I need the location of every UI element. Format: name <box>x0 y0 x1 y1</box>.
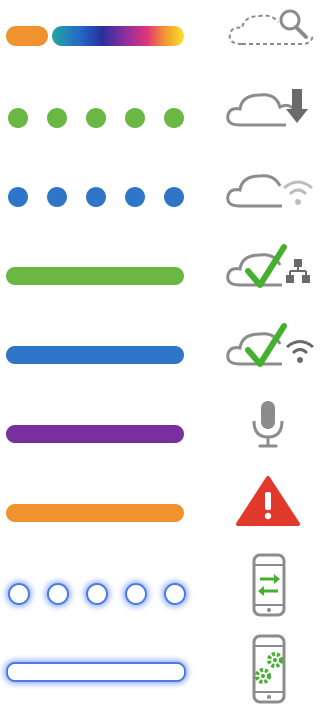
legend-row <box>0 158 322 237</box>
cloud-search-icon <box>218 0 318 79</box>
warning-icon <box>218 474 318 553</box>
blue-dot <box>47 187 67 207</box>
microphone-icon <box>218 395 318 474</box>
cloud-wifi-icon <box>218 158 318 237</box>
legend-row <box>0 632 322 711</box>
green-bar <box>6 267 184 285</box>
orange-bar <box>6 504 184 522</box>
cloud-check-wifi-icon <box>218 316 318 395</box>
indicator-orange-bar <box>6 474 186 553</box>
green-dot <box>125 108 145 128</box>
cloud-check-network-icon <box>218 237 318 316</box>
legend-row <box>0 237 322 316</box>
phone-settings-icon <box>218 632 318 711</box>
blue-dot <box>164 187 184 207</box>
glowing-outline-bar <box>6 662 186 682</box>
cloud-download-icon <box>218 79 318 158</box>
green-dot <box>47 108 67 128</box>
indicator-green-bar <box>6 237 186 316</box>
green-dot <box>86 108 106 128</box>
blue-dot <box>8 187 28 207</box>
legend-row <box>0 474 322 553</box>
indicator-blue-bar <box>6 316 186 395</box>
legend-row <box>0 395 322 474</box>
indicator-orange-pill-and-rainbow-bar <box>6 0 186 79</box>
orange-pill <box>6 26 48 46</box>
purple-bar <box>6 425 184 443</box>
indicator-purple-bar <box>6 395 186 474</box>
blue-dot <box>125 187 145 207</box>
legend-row <box>0 79 322 158</box>
rainbow-bar <box>52 26 184 46</box>
led-status-legend <box>0 0 322 708</box>
green-dot <box>8 108 28 128</box>
legend-row <box>0 316 322 395</box>
glowing-ring <box>164 583 186 605</box>
glowing-ring <box>125 583 147 605</box>
indicator-glowing-rings <box>6 553 186 632</box>
glowing-ring <box>8 583 30 605</box>
blue-dot <box>86 187 106 207</box>
glowing-ring <box>47 583 69 605</box>
indicator-blue-dots <box>6 158 186 237</box>
indicator-green-dots <box>6 79 186 158</box>
blue-bar <box>6 346 184 364</box>
phone-transfer-icon <box>218 553 318 632</box>
legend-row <box>0 0 322 79</box>
legend-row <box>0 553 322 632</box>
indicator-glowing-outline-bar <box>6 632 186 711</box>
green-dot <box>164 108 184 128</box>
glowing-ring <box>86 583 108 605</box>
